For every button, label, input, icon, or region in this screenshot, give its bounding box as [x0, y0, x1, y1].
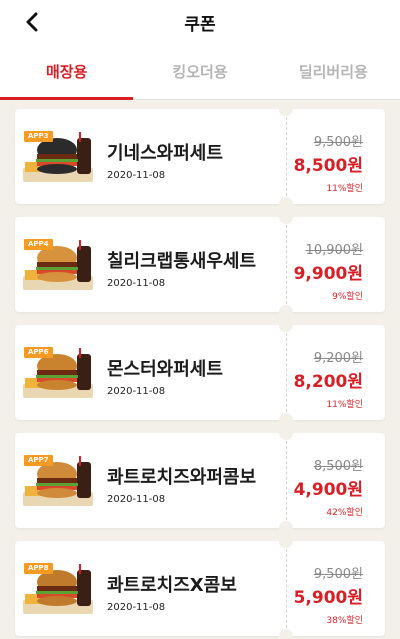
discount-rate: 38%할인 — [326, 616, 363, 626]
menu-name: 칠리크랩통새우세트 — [107, 251, 257, 272]
sale-price: 5,900원 — [293, 588, 363, 608]
app-badge: APP3 — [24, 131, 53, 142]
original-price: 8,500원 — [313, 459, 363, 474]
menu-name: 기네스와퍼세트 — [107, 143, 223, 164]
coupon-card[interactable]: APP3 기네스와퍼세트 2020-11-08 9,500원 8,500원 11… — [15, 102, 385, 211]
expiry-date: 2020-11-08 — [107, 494, 166, 505]
price-area: 9,500원 5,900원 38%할인 — [286, 541, 385, 636]
back-button[interactable] — [18, 8, 46, 36]
coupon-card[interactable]: APP8 콰트로치즈X콤보 2020-11-08 9,500원 5,900원 3… — [15, 534, 385, 639]
expiry-date: 2020-11-08 — [107, 170, 166, 181]
chevron-left-icon — [26, 12, 38, 32]
coupon-info: APP3 기네스와퍼세트 2020-11-08 — [15, 109, 286, 204]
top-bar: 쿠폰 — [0, 0, 400, 44]
sale-price: 9,900원 — [293, 264, 363, 284]
menu-name: 콰트로치즈X콤보 — [107, 575, 237, 596]
original-price: 9,500원 — [313, 135, 363, 150]
menu-name: 몬스터와퍼세트 — [107, 359, 223, 380]
tab-store[interactable]: 매장용 — [0, 44, 134, 100]
app-badge: APP8 — [24, 563, 53, 574]
coupon-info: APP6 몬스터와퍼세트 2020-11-08 — [15, 325, 286, 420]
menu-name: 콰트로치즈와퍼콤보 — [107, 467, 257, 488]
original-price: 10,900원 — [305, 243, 363, 258]
discount-rate: 42%할인 — [326, 508, 363, 518]
sale-price: 8,200원 — [293, 372, 363, 392]
price-area: 9,500원 8,500원 11%할인 — [286, 109, 385, 204]
price-area: 10,900원 9,900원 9%할인 — [286, 217, 385, 312]
coupon-info: APP4 칠리크랩통새우세트 2020-11-08 — [15, 217, 286, 312]
coupon-card[interactable]: APP6 몬스터와퍼세트 2020-11-08 9,200원 8,200원 11… — [15, 318, 385, 427]
coupon-card[interactable]: APP4 칠리크랩통새우세트 2020-11-08 10,900원 9,900원… — [15, 210, 385, 319]
tab-king-order[interactable]: 킹오더용 — [133, 44, 266, 99]
coupon-list: APP3 기네스와퍼세트 2020-11-08 9,500원 8,500원 11… — [15, 102, 385, 639]
tab-delivery[interactable]: 딜리버리용 — [267, 44, 400, 99]
discount-rate: 11%할인 — [326, 400, 363, 410]
expiry-date: 2020-11-08 — [107, 386, 166, 397]
price-area: 8,500원 4,900원 42%할인 — [286, 433, 385, 528]
app-badge: APP7 — [24, 455, 53, 466]
original-price: 9,200원 — [313, 351, 363, 366]
original-price: 9,500원 — [313, 567, 363, 582]
price-area: 9,200원 8,200원 11%할인 — [286, 325, 385, 420]
sale-price: 8,500원 — [293, 156, 363, 176]
app-badge: APP6 — [24, 347, 53, 358]
expiry-date: 2020-11-08 — [107, 278, 166, 289]
expiry-date: 2020-11-08 — [107, 602, 166, 613]
coupon-info: APP7 콰트로치즈와퍼콤보 2020-11-08 — [15, 433, 286, 528]
discount-rate: 9%할인 — [332, 292, 363, 302]
app-badge: APP4 — [24, 239, 53, 250]
page-title: 쿠폰 — [184, 14, 216, 35]
sale-price: 4,900원 — [293, 480, 363, 500]
coupon-card[interactable]: APP7 콰트로치즈와퍼콤보 2020-11-08 8,500원 4,900원 … — [15, 426, 385, 535]
coupon-info: APP8 콰트로치즈X콤보 2020-11-08 — [15, 541, 286, 636]
tab-bar: 매장용 킹오더용 딜리버리용 — [0, 44, 400, 100]
discount-rate: 11%할인 — [326, 184, 363, 194]
